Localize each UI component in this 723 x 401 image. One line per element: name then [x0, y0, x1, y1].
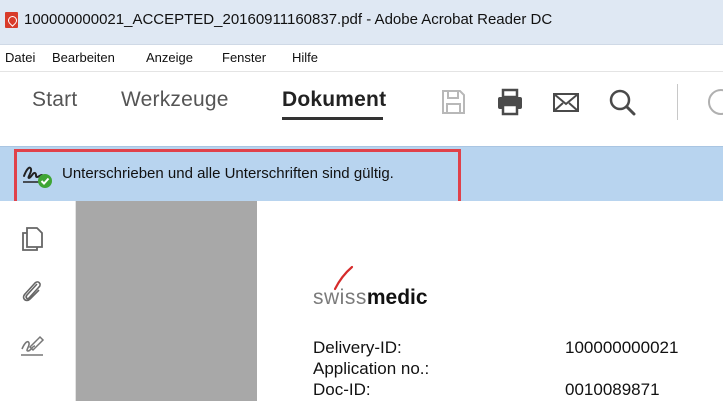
menu-hilfe[interactable]: Hilfe — [292, 50, 318, 65]
tab-werkzeuge[interactable]: Werkzeuge — [121, 88, 229, 112]
attachment-icon[interactable] — [18, 277, 46, 305]
delivery-id-label: Delivery-ID: — [313, 338, 402, 357]
signature-panel-icon[interactable] — [18, 331, 46, 359]
navigation-panel — [76, 201, 257, 401]
help-icon[interactable] — [703, 86, 723, 118]
pdf-file-icon — [5, 12, 18, 28]
swissmedic-logo: swissmedic — [313, 286, 428, 310]
tab-start[interactable]: Start — [32, 88, 77, 112]
toolbar-divider — [677, 84, 678, 120]
menu-anzeige[interactable]: Anzeige — [146, 50, 193, 65]
tab-dokument[interactable]: Dokument — [282, 88, 386, 112]
left-navigation-rail — [0, 201, 76, 401]
menu-fenster[interactable]: Fenster — [222, 50, 266, 65]
signature-highlight-box — [14, 149, 461, 207]
active-tab-indicator — [282, 117, 383, 120]
doc-id-label: Doc-ID: — [313, 380, 371, 399]
window-title: 100000000021_ACCEPTED_20160911160837.pdf… — [24, 11, 553, 28]
menu-bearbeiten[interactable]: Bearbeiten — [52, 50, 115, 65]
toolbar: Start Werkzeuge Dokument — [0, 72, 723, 146]
delivery-id-value: 100000000021 — [565, 338, 679, 357]
search-icon[interactable] — [606, 86, 638, 118]
menu-bar: Datei Bearbeiten Anzeige Fenster Hilfe — [0, 45, 723, 72]
doc-id-value: 0010089871 — [565, 380, 660, 399]
email-icon[interactable] — [550, 86, 582, 118]
print-icon[interactable] — [494, 86, 526, 118]
title-bar: 100000000021_ACCEPTED_20160911160837.pdf… — [0, 0, 723, 45]
logo-part-medic: medic — [366, 286, 428, 309]
logo-part-swiss: swiss — [313, 286, 367, 309]
application-no-label: Application no.: — [313, 359, 430, 378]
pages-icon[interactable] — [18, 225, 46, 253]
menu-datei[interactable]: Datei — [5, 50, 35, 65]
save-icon[interactable] — [437, 86, 469, 118]
